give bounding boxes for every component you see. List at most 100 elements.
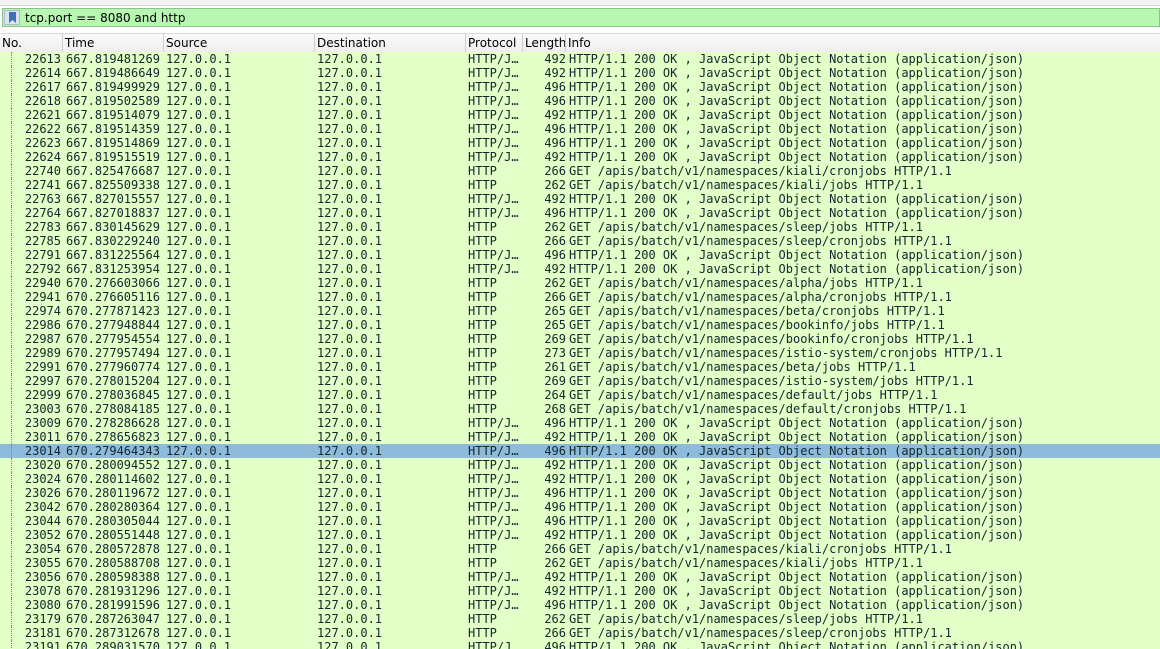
column-header-length[interactable]: Length: [523, 34, 566, 52]
packet-source: 127.0.0.1: [166, 248, 232, 262]
packet-info: GET /apis/batch/v1/namespaces/alpha/jobs…: [569, 276, 924, 290]
packet-row[interactable]: 23026 670.280119672 127.0.0.1 127.0.0.1 HTTP…: [0, 486, 1160, 500]
packet-row[interactable]: 22991 670.277960774 127.0.0.1 127.0.0.1 HTTP…: [0, 360, 1160, 374]
packet-protocol: HTTP/J…: [468, 150, 519, 164]
packet-row[interactable]: 23020 670.280094552 127.0.0.1 127.0.0.1 HTTP…: [0, 458, 1160, 472]
packet-row[interactable]: 22783 667.830145629 127.0.0.1 127.0.0.1 HTTP…: [0, 220, 1160, 234]
packet-length: 262: [544, 612, 566, 626]
packet-info: GET /apis/batch/v1/namespaces/sleep/jobs…: [569, 220, 924, 234]
packet-source: 127.0.0.1: [166, 472, 232, 486]
packet-list[interactable]: 22613 667.819481269 127.0.0.1 127.0.0.1 HTTP…: [0, 52, 1160, 649]
packet-info: HTTP/1.1 200 OK , JavaScript Object Nota…: [569, 430, 1025, 444]
packet-source: 127.0.0.1: [166, 416, 232, 430]
packet-row[interactable]: 22997 670.278015204 127.0.0.1 127.0.0.1 HTTP…: [0, 374, 1160, 388]
packet-info: HTTP/1.1 200 OK , JavaScript Object Nota…: [569, 248, 1025, 262]
packet-row[interactable]: 23044 670.280305044 127.0.0.1 127.0.0.1 HTTP…: [0, 514, 1160, 528]
packet-protocol: HTTP/J…: [468, 570, 519, 584]
packet-row[interactable]: 23181 670.287312678 127.0.0.1 127.0.0.1 HTTP…: [0, 626, 1160, 640]
packet-row[interactable]: 22941 670.276605116 127.0.0.1 127.0.0.1 HTTP…: [0, 290, 1160, 304]
packet-destination: 127.0.0.1: [317, 220, 383, 234]
packet-destination: 127.0.0.1: [317, 416, 383, 430]
packet-length: 266: [544, 626, 566, 640]
packet-number: 22785: [24, 234, 61, 248]
packet-row[interactable]: 22792 667.831253954 127.0.0.1 127.0.0.1 HTTP…: [0, 262, 1160, 276]
packet-row[interactable]: 22740 667.825476687 127.0.0.1 127.0.0.1 HTTP…: [0, 164, 1160, 178]
packet-protocol: HTTP: [468, 276, 497, 290]
packet-protocol: HTTP/J…: [468, 262, 519, 276]
packet-destination: 127.0.0.1: [317, 80, 383, 94]
packet-number: 23191: [24, 640, 61, 649]
packet-row[interactable]: 22622 667.819514359 127.0.0.1 127.0.0.1 HTTP…: [0, 122, 1160, 136]
packet-row[interactable]: 23003 670.278084185 127.0.0.1 127.0.0.1 HTTP…: [0, 402, 1160, 416]
packet-row[interactable]: 22617 667.819499929 127.0.0.1 127.0.0.1 HTTP…: [0, 80, 1160, 94]
packet-number: 22792: [24, 262, 61, 276]
packet-row[interactable]: 23014 670.279464343 127.0.0.1 127.0.0.1 HTTP…: [0, 444, 1160, 458]
display-filter-input[interactable]: tcp.port == 8080 and http: [2, 8, 1160, 27]
column-header-info[interactable]: Info: [566, 34, 1160, 52]
packet-destination: 127.0.0.1: [317, 248, 383, 262]
packet-source: 127.0.0.1: [166, 430, 232, 444]
packet-row[interactable]: 23056 670.280598388 127.0.0.1 127.0.0.1 HTTP…: [0, 570, 1160, 584]
packet-row[interactable]: 22614 667.819486649 127.0.0.1 127.0.0.1 HTTP…: [0, 66, 1160, 80]
packet-row[interactable]: 22623 667.819514869 127.0.0.1 127.0.0.1 HTTP…: [0, 136, 1160, 150]
packet-source: 127.0.0.1: [166, 346, 232, 360]
packet-row[interactable]: 23055 670.280588708 127.0.0.1 127.0.0.1 HTTP…: [0, 556, 1160, 570]
packet-time: 670.277957494: [66, 346, 160, 360]
packet-length: 262: [544, 178, 566, 192]
packet-row[interactable]: 23042 670.280280364 127.0.0.1 127.0.0.1 HTTP…: [0, 500, 1160, 514]
packet-row[interactable]: 23011 670.278656823 127.0.0.1 127.0.0.1 HTTP…: [0, 430, 1160, 444]
packet-destination: 127.0.0.1: [317, 192, 383, 206]
column-header-no[interactable]: No.: [0, 34, 63, 52]
packet-time: 670.278286628: [66, 416, 160, 430]
packet-row[interactable]: 22791 667.831225564 127.0.0.1 127.0.0.1 HTTP…: [0, 248, 1160, 262]
column-header-time[interactable]: Time: [63, 34, 164, 52]
packet-destination: 127.0.0.1: [317, 556, 383, 570]
packet-destination: 127.0.0.1: [317, 570, 383, 584]
packet-row[interactable]: 22987 670.277954554 127.0.0.1 127.0.0.1 HTTP…: [0, 332, 1160, 346]
packet-number: 23011: [24, 430, 61, 444]
packet-info: HTTP/1.1 200 OK , JavaScript Object Nota…: [569, 150, 1025, 164]
packet-row[interactable]: 23179 670.287263047 127.0.0.1 127.0.0.1 HTTP…: [0, 612, 1160, 626]
packet-info: GET /apis/batch/v1/namespaces/kiali/jobs…: [569, 178, 924, 192]
packet-row[interactable]: 23054 670.280572878 127.0.0.1 127.0.0.1 HTTP…: [0, 542, 1160, 556]
packet-row[interactable]: 22613 667.819481269 127.0.0.1 127.0.0.1 HTTP…: [0, 52, 1160, 66]
packet-protocol: HTTP/J…: [468, 248, 519, 262]
packet-row[interactable]: 22764 667.827018837 127.0.0.1 127.0.0.1 HTTP…: [0, 206, 1160, 220]
packet-destination: 127.0.0.1: [317, 598, 383, 612]
packet-time: 670.278036845: [66, 388, 160, 402]
packet-row[interactable]: 23078 670.281931296 127.0.0.1 127.0.0.1 HTTP…: [0, 584, 1160, 598]
packet-time: 670.276603066: [66, 276, 160, 290]
packet-length: 269: [544, 332, 566, 346]
column-header-destination[interactable]: Destination: [315, 34, 466, 52]
packet-protocol: HTTP/J…: [468, 500, 519, 514]
packet-row[interactable]: 22785 667.830229240 127.0.0.1 127.0.0.1 HTTP…: [0, 234, 1160, 248]
packet-protocol: HTTP: [468, 612, 497, 626]
packet-protocol: HTTP/J…: [468, 66, 519, 80]
packet-protocol: HTTP/J…: [468, 528, 519, 542]
packet-row[interactable]: 23052 670.280551448 127.0.0.1 127.0.0.1 HTTP…: [0, 528, 1160, 542]
packet-row[interactable]: 22999 670.278036845 127.0.0.1 127.0.0.1 HTTP…: [0, 388, 1160, 402]
packet-row[interactable]: 22974 670.277871423 127.0.0.1 127.0.0.1 HTTP…: [0, 304, 1160, 318]
packet-number: 23020: [24, 458, 61, 472]
bookmark-icon[interactable]: [4, 10, 20, 25]
packet-row[interactable]: 22624 667.819515519 127.0.0.1 127.0.0.1 HTTP…: [0, 150, 1160, 164]
packet-info: GET /apis/batch/v1/namespaces/kiali/jobs…: [569, 556, 924, 570]
column-header-protocol[interactable]: Protocol: [466, 34, 523, 52]
packet-row[interactable]: 23080 670.281991596 127.0.0.1 127.0.0.1 HTTP…: [0, 598, 1160, 612]
packet-destination: 127.0.0.1: [317, 444, 383, 458]
packet-info: HTTP/1.1 200 OK , JavaScript Object Nota…: [569, 640, 1025, 649]
packet-row[interactable]: 22741 667.825509338 127.0.0.1 127.0.0.1 HTTP…: [0, 178, 1160, 192]
column-header-source[interactable]: Source: [164, 34, 315, 52]
packet-protocol: HTTP/J…: [468, 136, 519, 150]
packet-row[interactable]: 23191 670.289031570 127.0.0.1 127.0.0.1 HTTP…: [0, 640, 1160, 649]
packet-time: 670.280572878: [66, 542, 160, 556]
packet-row[interactable]: 23009 670.278286628 127.0.0.1 127.0.0.1 HTTP…: [0, 416, 1160, 430]
packet-row[interactable]: 22940 670.276603066 127.0.0.1 127.0.0.1 HTTP…: [0, 276, 1160, 290]
packet-row[interactable]: 22763 667.827015557 127.0.0.1 127.0.0.1 HTTP…: [0, 192, 1160, 206]
packet-row[interactable]: 22621 667.819514079 127.0.0.1 127.0.0.1 HTTP…: [0, 108, 1160, 122]
packet-row[interactable]: 22618 667.819502589 127.0.0.1 127.0.0.1 HTTP…: [0, 94, 1160, 108]
packet-row[interactable]: 22989 670.277957494 127.0.0.1 127.0.0.1 HTTP…: [0, 346, 1160, 360]
packet-length: 496: [544, 416, 566, 430]
packet-row[interactable]: 23024 670.280114602 127.0.0.1 127.0.0.1 HTTP…: [0, 472, 1160, 486]
packet-row[interactable]: 22986 670.277948844 127.0.0.1 127.0.0.1 HTTP…: [0, 318, 1160, 332]
